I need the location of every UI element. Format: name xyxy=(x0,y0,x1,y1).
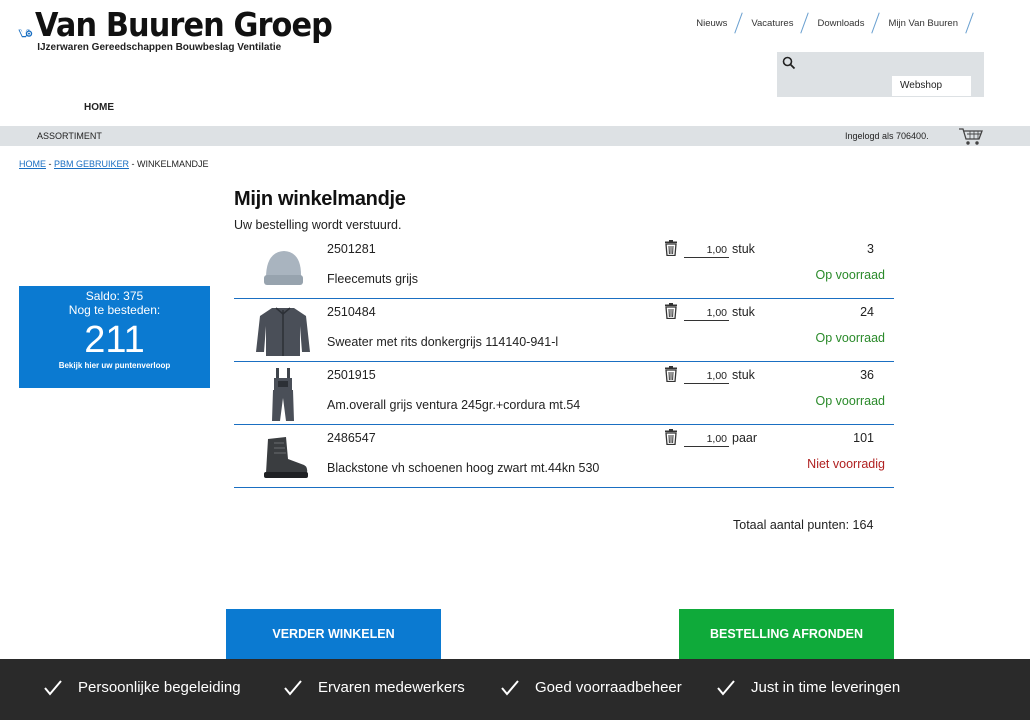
boot-icon xyxy=(264,437,308,478)
sweater-icon xyxy=(256,307,310,356)
product-code: 2501281 xyxy=(327,242,376,256)
checkmark-icon xyxy=(44,679,62,696)
item-points: 101 xyxy=(853,431,874,445)
continue-shopping-button[interactable]: VERDER WINKELEN xyxy=(226,609,441,659)
usp-item: Goed voorraadbeheer xyxy=(501,679,682,696)
breadcrumb-home[interactable]: HOME xyxy=(19,159,46,169)
trash-icon[interactable] xyxy=(664,366,678,382)
usp-item: Ervaren medewerkers xyxy=(284,679,465,696)
breadcrumb-separator: - xyxy=(46,159,54,169)
beanie-icon xyxy=(264,251,303,285)
topnav-nieuws[interactable]: Nieuws xyxy=(690,18,733,29)
saldo-text: Saldo: 375 xyxy=(85,289,144,303)
topnav-vacatures[interactable]: Vacatures xyxy=(745,18,799,29)
usp-label: Just in time leveringen xyxy=(751,679,901,696)
search-icon[interactable] xyxy=(782,56,796,70)
checkmark-icon xyxy=(501,679,519,696)
breadcrumb: HOME - PBM GEBRUIKER - WINKELMANDJE xyxy=(19,159,209,169)
login-status: Ingelogd als 706400. xyxy=(845,131,929,141)
cart-items-list: 2501281 Fleecemuts grijs stuk 3 Op voorr… xyxy=(234,236,894,488)
total-points: Totaal aantal punten: 164 xyxy=(733,518,874,532)
finish-order-button[interactable]: BESTELLING AFRONDEN xyxy=(679,609,894,659)
saldo-panel: Saldo: 375 Nog te besteden: 211 Bekijk h… xyxy=(19,286,210,388)
breadcrumb-current: WINKELMANDJE xyxy=(137,159,209,169)
trash-icon[interactable] xyxy=(664,429,678,445)
saldo-remaining-amount: 211 xyxy=(84,319,145,361)
topnav-separator xyxy=(964,12,976,34)
topnav-separator xyxy=(799,12,811,34)
points-history-link[interactable]: Bekijk hier uw puntenverloop xyxy=(19,361,210,370)
product-image[interactable] xyxy=(254,431,312,483)
company-logo[interactable]: Van Buuren Groep IJzerwaren Gereedschapp… xyxy=(18,8,358,60)
quantity-input[interactable] xyxy=(684,431,729,447)
page-title: Mijn winkelmandje xyxy=(234,188,406,210)
cart-item: 2510484 Sweater met rits donkergrijs 114… xyxy=(234,299,894,362)
topnav-separator xyxy=(870,12,882,34)
product-code: 2510484 xyxy=(327,305,376,319)
search-box[interactable]: Webshop xyxy=(777,52,984,97)
product-name[interactable]: Am.overall grijs ventura 245gr.+cordura … xyxy=(327,398,580,412)
product-image[interactable] xyxy=(254,368,312,421)
product-code: 2486547 xyxy=(327,431,376,445)
top-navigation: Nieuws Vacatures Downloads Mijn Van Buur… xyxy=(690,12,976,34)
quantity-input[interactable] xyxy=(684,368,729,384)
stock-status: Op voorraad xyxy=(815,331,885,345)
cart-item: 2486547 Blackstone vh schoenen hoog zwar… xyxy=(234,425,894,488)
stock-status: Op voorraad xyxy=(815,394,885,408)
quantity-unit: stuk xyxy=(732,305,755,319)
usp-item: Just in time leveringen xyxy=(717,679,900,696)
product-image[interactable] xyxy=(254,242,312,294)
usp-label: Persoonlijke begeleiding xyxy=(78,679,241,696)
topnav-separator xyxy=(733,12,745,34)
quantity-unit: stuk xyxy=(732,242,755,256)
quantity-input[interactable] xyxy=(684,305,729,321)
logo-mark-icon xyxy=(18,29,33,38)
overall-icon xyxy=(272,368,294,421)
nav-home[interactable]: HOME xyxy=(84,102,114,113)
cart-item: 2501915 Am.overall grijs ventura 245gr.+… xyxy=(234,362,894,425)
usp-label: Goed voorraadbeheer xyxy=(535,679,682,696)
checkmark-icon xyxy=(284,679,302,696)
nav-assortiment[interactable]: ASSORTIMENT xyxy=(37,131,102,141)
breadcrumb-pbm-gebruiker[interactable]: PBM GEBRUIKER xyxy=(54,159,129,169)
menu-bar: ASSORTIMENT Ingelogd als 706400. xyxy=(0,126,1030,146)
stock-status: Op voorraad xyxy=(815,268,885,282)
quantity-unit: stuk xyxy=(732,368,755,382)
stock-status: Niet voorradig xyxy=(807,457,885,471)
checkmark-icon xyxy=(717,679,735,696)
cart-item: 2501281 Fleecemuts grijs stuk 3 Op voorr… xyxy=(234,236,894,299)
trash-icon[interactable] xyxy=(664,303,678,319)
quantity-input[interactable] xyxy=(684,242,729,258)
item-points: 36 xyxy=(860,368,874,382)
breadcrumb-separator: - xyxy=(129,159,138,169)
product-name[interactable]: Blackstone vh schoenen hoog zwart mt.44k… xyxy=(327,461,599,475)
trash-icon[interactable] xyxy=(664,240,678,256)
item-points: 24 xyxy=(860,305,874,319)
order-status: Uw bestelling wordt verstuurd. xyxy=(234,218,402,232)
webshop-button[interactable]: Webshop xyxy=(892,76,971,96)
product-code: 2501915 xyxy=(327,368,376,382)
product-name[interactable]: Fleecemuts grijs xyxy=(327,272,418,286)
logo-title: Van Buuren Groep xyxy=(35,5,333,44)
quantity-unit: paar xyxy=(732,431,758,445)
product-name[interactable]: Sweater met rits donkergrijs 114140-941-… xyxy=(327,335,558,349)
topnav-mijn-van-buuren[interactable]: Mijn Van Buuren xyxy=(882,18,964,29)
saldo-remaining-label: Nog te besteden: xyxy=(68,303,161,317)
usp-label: Ervaren medewerkers xyxy=(318,679,465,696)
item-points: 3 xyxy=(867,242,874,256)
footer-usp-bar: Persoonlijke begeleiding Ervaren medewer… xyxy=(0,659,1030,720)
product-image[interactable] xyxy=(254,305,312,357)
shopping-cart-icon[interactable] xyxy=(958,126,984,146)
usp-item: Persoonlijke begeleiding xyxy=(44,679,241,696)
topnav-downloads[interactable]: Downloads xyxy=(811,18,870,29)
